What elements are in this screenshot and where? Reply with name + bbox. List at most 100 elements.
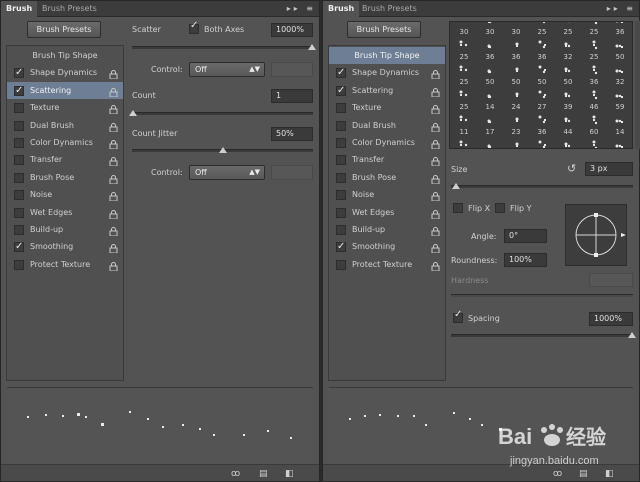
lock-icon[interactable] (431, 190, 440, 199)
settings-item-checkbox[interactable] (14, 155, 24, 165)
brush-grid-scrollbar[interactable] (635, 21, 640, 149)
tab-brush[interactable]: Brush (323, 1, 359, 17)
scatter-slider-thumb[interactable] (308, 44, 316, 50)
lock-icon[interactable] (109, 155, 118, 164)
settings-item-checkbox[interactable] (336, 190, 346, 200)
brush-tip-cell[interactable]: 46 (582, 87, 606, 111)
brush-tip-cell[interactable]: 112 (582, 137, 606, 149)
settings-item[interactable]: Shape Dynamics (329, 64, 445, 81)
brush-tip-cell[interactable]: 55 (530, 137, 554, 149)
brush-tip-cell[interactable]: 36 (582, 62, 606, 86)
settings-item[interactable]: Brush Tip Shape (329, 47, 445, 64)
reset-size-icon[interactable]: ↺ (567, 162, 576, 175)
brush-tip-cell[interactable]: 42 (504, 137, 528, 149)
tab-brush-presets[interactable]: Brush Presets (357, 1, 422, 17)
lock-icon[interactable] (109, 86, 118, 95)
brush-tip-cell[interactable]: 50 (608, 37, 632, 61)
settings-item-checkbox[interactable] (14, 121, 24, 131)
count-slider[interactable] (132, 112, 313, 115)
brush-tip-cell[interactable]: 36 (504, 37, 528, 61)
lock-icon[interactable] (431, 155, 440, 164)
spacing-slider[interactable] (451, 334, 633, 337)
brush-presets-button[interactable]: Brush Presets (27, 21, 101, 38)
size-slider-thumb[interactable] (452, 183, 460, 189)
brush-tip-cell[interactable]: 25 (530, 21, 554, 36)
panel-menu-icons[interactable]: ▸▸ ≡ (287, 1, 316, 17)
brush-tip-cell[interactable]: 25 (452, 62, 476, 86)
settings-item[interactable]: Protect Texture (329, 256, 445, 273)
angle-roundness-widget[interactable] (565, 204, 627, 266)
settings-item[interactable]: Brush Pose (329, 169, 445, 186)
toggle-live-tip-icon[interactable]: ꝏ (231, 469, 240, 479)
settings-item-checkbox[interactable] (14, 190, 24, 200)
settings-item[interactable]: Noise (7, 186, 123, 203)
spacing-checkbox[interactable] (453, 313, 463, 323)
scatter-value-field[interactable]: 1000% (271, 23, 313, 37)
brush-tip-cell[interactable]: 50 (478, 62, 502, 86)
roundness-value-field[interactable]: 100% (504, 253, 547, 267)
both-axes-checkbox[interactable] (189, 24, 199, 34)
brush-tip-cell[interactable]: 59 (608, 87, 632, 111)
brush-tip-cell[interactable]: 25 (582, 21, 606, 36)
settings-item[interactable]: Build-up (7, 221, 123, 238)
settings-item[interactable]: Wet Edges (329, 204, 445, 221)
brush-tip-cell[interactable]: 32 (556, 37, 580, 61)
lock-icon[interactable] (109, 208, 118, 217)
scatter-control-select[interactable]: Off ▲▼ (189, 62, 265, 77)
brush-tip-cell[interactable]: 23 (504, 112, 528, 136)
brush-tip-cell[interactable]: 30 (504, 21, 528, 36)
settings-item[interactable]: Shape Dynamics (7, 64, 123, 81)
lock-icon[interactable] (109, 242, 118, 251)
settings-item[interactable]: Brush Tip Shape (7, 47, 123, 64)
brush-tip-cell[interactable]: 36 (530, 112, 554, 136)
settings-item-checkbox[interactable] (336, 68, 346, 78)
settings-item-checkbox[interactable] (14, 260, 24, 270)
flip-y-checkbox[interactable] (495, 203, 505, 213)
brush-tip-cell[interactable]: 25 (452, 87, 476, 111)
lock-icon[interactable] (109, 190, 118, 199)
brush-tip-cell[interactable]: 17 (478, 112, 502, 136)
settings-item[interactable]: Scattering (7, 82, 123, 99)
settings-item[interactable]: Color Dynamics (7, 134, 123, 151)
lock-icon[interactable] (109, 260, 118, 269)
lock-icon[interactable] (431, 103, 440, 112)
settings-item-checkbox[interactable] (14, 68, 24, 78)
lock-icon[interactable] (431, 208, 440, 217)
brush-tip-cell[interactable]: 36 (478, 37, 502, 61)
settings-item-checkbox[interactable] (336, 225, 346, 235)
brush-tip-cell[interactable]: 26 (452, 137, 476, 149)
scatter-slider[interactable] (132, 46, 313, 49)
brush-tip-cell[interactable]: 27 (530, 87, 554, 111)
settings-item[interactable]: Transfer (329, 151, 445, 168)
settings-item-checkbox[interactable] (336, 103, 346, 113)
lock-icon[interactable] (431, 225, 440, 234)
lock-icon[interactable] (431, 260, 440, 269)
lock-icon[interactable] (431, 86, 440, 95)
settings-item[interactable]: Protect Texture (7, 256, 123, 273)
settings-item[interactable]: Wet Edges (7, 204, 123, 221)
tab-brush[interactable]: Brush (1, 1, 37, 17)
brush-tip-cell[interactable]: 39 (556, 87, 580, 111)
brush-tip-cell[interactable]: 30 (478, 21, 502, 36)
settings-item-checkbox[interactable] (336, 242, 346, 252)
settings-item[interactable]: Smoothing (7, 238, 123, 255)
brush-tip-cell[interactable]: 36 (608, 21, 632, 36)
brush-tip-cell[interactable]: 50 (530, 62, 554, 86)
count-value-field[interactable]: 1 (271, 89, 313, 103)
settings-item[interactable]: Smoothing (329, 238, 445, 255)
brush-tip-cell[interactable]: 25 (582, 37, 606, 61)
count-slider-thumb[interactable] (129, 110, 137, 116)
lock-icon[interactable] (431, 242, 440, 251)
settings-item-checkbox[interactable] (336, 121, 346, 131)
settings-item-checkbox[interactable] (14, 138, 24, 148)
brush-tip-cell[interactable]: 24 (504, 87, 528, 111)
brush-tip-cell[interactable]: 70 (556, 137, 580, 149)
settings-item-checkbox[interactable] (336, 173, 346, 183)
brush-tip-cell[interactable]: 11 (452, 112, 476, 136)
lock-icon[interactable] (431, 68, 440, 77)
brush-tip-cell[interactable]: 30 (452, 21, 476, 36)
brush-presets-button[interactable]: Brush Presets (347, 21, 421, 38)
settings-item[interactable]: Color Dynamics (329, 134, 445, 151)
settings-item-checkbox[interactable] (14, 242, 24, 252)
settings-item-checkbox[interactable] (336, 86, 346, 96)
